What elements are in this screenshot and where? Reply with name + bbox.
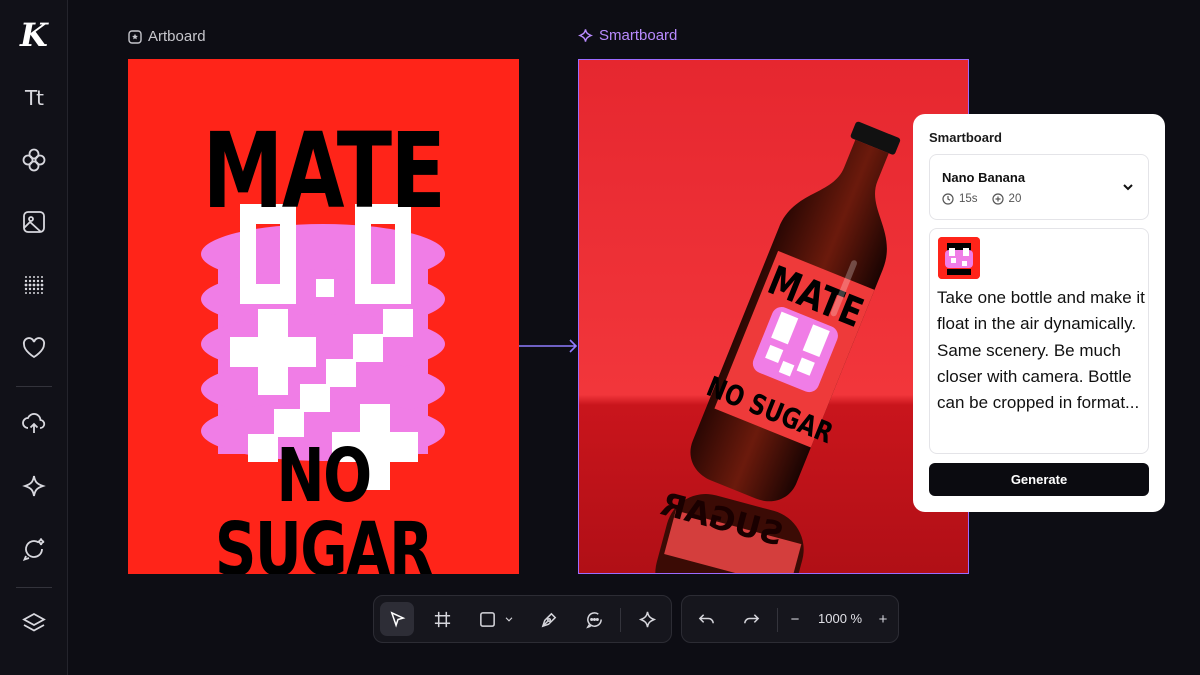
layers-icon (22, 612, 46, 632)
shape-dropdown[interactable] (498, 602, 520, 636)
image-icon (23, 211, 45, 233)
poster-title: MATE (202, 110, 446, 232)
pen-tool-button[interactable] (532, 602, 566, 636)
zoom-level[interactable]: 1000 % (818, 611, 862, 626)
prompt-input[interactable]: Take one bottle and make it float in the… (929, 228, 1149, 454)
svg-text:K: K (19, 16, 49, 52)
artboard-label[interactable]: Artboard (128, 28, 206, 45)
square-icon (479, 611, 495, 627)
pattern-button[interactable] (14, 265, 54, 305)
model-name: Nano Banana (942, 170, 1026, 185)
artboard-canvas[interactable]: MATE NO SUGAR (128, 59, 519, 574)
logo-icon[interactable]: K (14, 14, 54, 54)
artboard-label-text: Artboard (148, 28, 206, 45)
sidebar-divider (16, 386, 52, 387)
credits-icon (991, 193, 1004, 205)
components-icon (22, 148, 46, 172)
heart-icon (22, 337, 46, 359)
favorites-button[interactable] (14, 328, 54, 368)
image-button[interactable] (14, 202, 54, 242)
undo-icon (698, 613, 714, 623)
ai-tool-button[interactable] (630, 602, 664, 636)
connector-arrow (519, 339, 578, 353)
ai-generate-button[interactable] (14, 466, 54, 506)
select-tool-button[interactable] (380, 602, 414, 636)
duration-meta: 15s (942, 193, 978, 205)
frame-icon (434, 611, 450, 627)
artboard-icon (128, 29, 142, 44)
clock-icon (942, 193, 954, 205)
text-icon: Tt (24, 86, 44, 110)
pen-icon (541, 612, 556, 627)
duration-value: 15s (959, 193, 978, 205)
generate-button[interactable]: Generate (929, 463, 1149, 496)
chat-ai-icon (22, 538, 45, 561)
cloud-upload-icon (22, 413, 46, 433)
sparkle-icon (578, 29, 593, 42)
smartboard-label[interactable]: Smartboard (578, 27, 677, 44)
toolbar-separator (777, 608, 778, 632)
tools-toolbar (373, 595, 672, 643)
ai-chat-button[interactable] (14, 529, 54, 569)
frame-tool-button[interactable] (425, 602, 459, 636)
prompt-text: Take one bottle and make it float in the… (937, 288, 1145, 413)
text-tool-button[interactable]: Tt (14, 78, 54, 118)
poster-subtitle: NO SUGAR (214, 433, 434, 574)
reference-thumbnail[interactable] (938, 237, 980, 279)
model-meta: 15s 20 (942, 193, 1021, 205)
smartboard-label-text: Smartboard (599, 27, 678, 44)
bottle-photo: SUGAR MATE NO SUGAR (579, 60, 968, 573)
zoom-in-button[interactable]: + (870, 602, 896, 636)
left-sidebar: K Tt (0, 0, 68, 675)
comment-tool-button[interactable] (577, 602, 611, 636)
redo-button[interactable] (734, 602, 768, 636)
history-zoom-toolbar: − 1000 % + (681, 595, 899, 643)
smartboard-panel: Smartboard Nano Banana 15s 20 Take one b… (913, 114, 1165, 512)
undo-button[interactable] (689, 602, 723, 636)
components-button[interactable] (14, 140, 54, 180)
panel-title: Smartboard (929, 130, 1002, 145)
sidebar-divider (16, 587, 52, 588)
upload-button[interactable] (14, 403, 54, 443)
layers-button[interactable] (14, 603, 54, 643)
cursor-icon (390, 610, 405, 628)
credits-meta: 20 (991, 193, 1022, 205)
redo-icon (743, 613, 759, 623)
sparkle-icon (22, 475, 46, 497)
zoom-out-button[interactable]: − (782, 602, 808, 636)
chevron-down-icon (1123, 184, 1133, 191)
comment-icon (585, 611, 602, 628)
chevron-down-icon (505, 617, 513, 622)
smartboard-canvas[interactable]: SUGAR MATE NO SUGAR (578, 59, 969, 574)
sparkle-icon (638, 611, 656, 627)
model-select[interactable]: Nano Banana 15s 20 (929, 154, 1149, 220)
toolbar-separator (620, 608, 621, 632)
pattern-icon (24, 276, 44, 294)
credits-value: 20 (1008, 193, 1022, 205)
